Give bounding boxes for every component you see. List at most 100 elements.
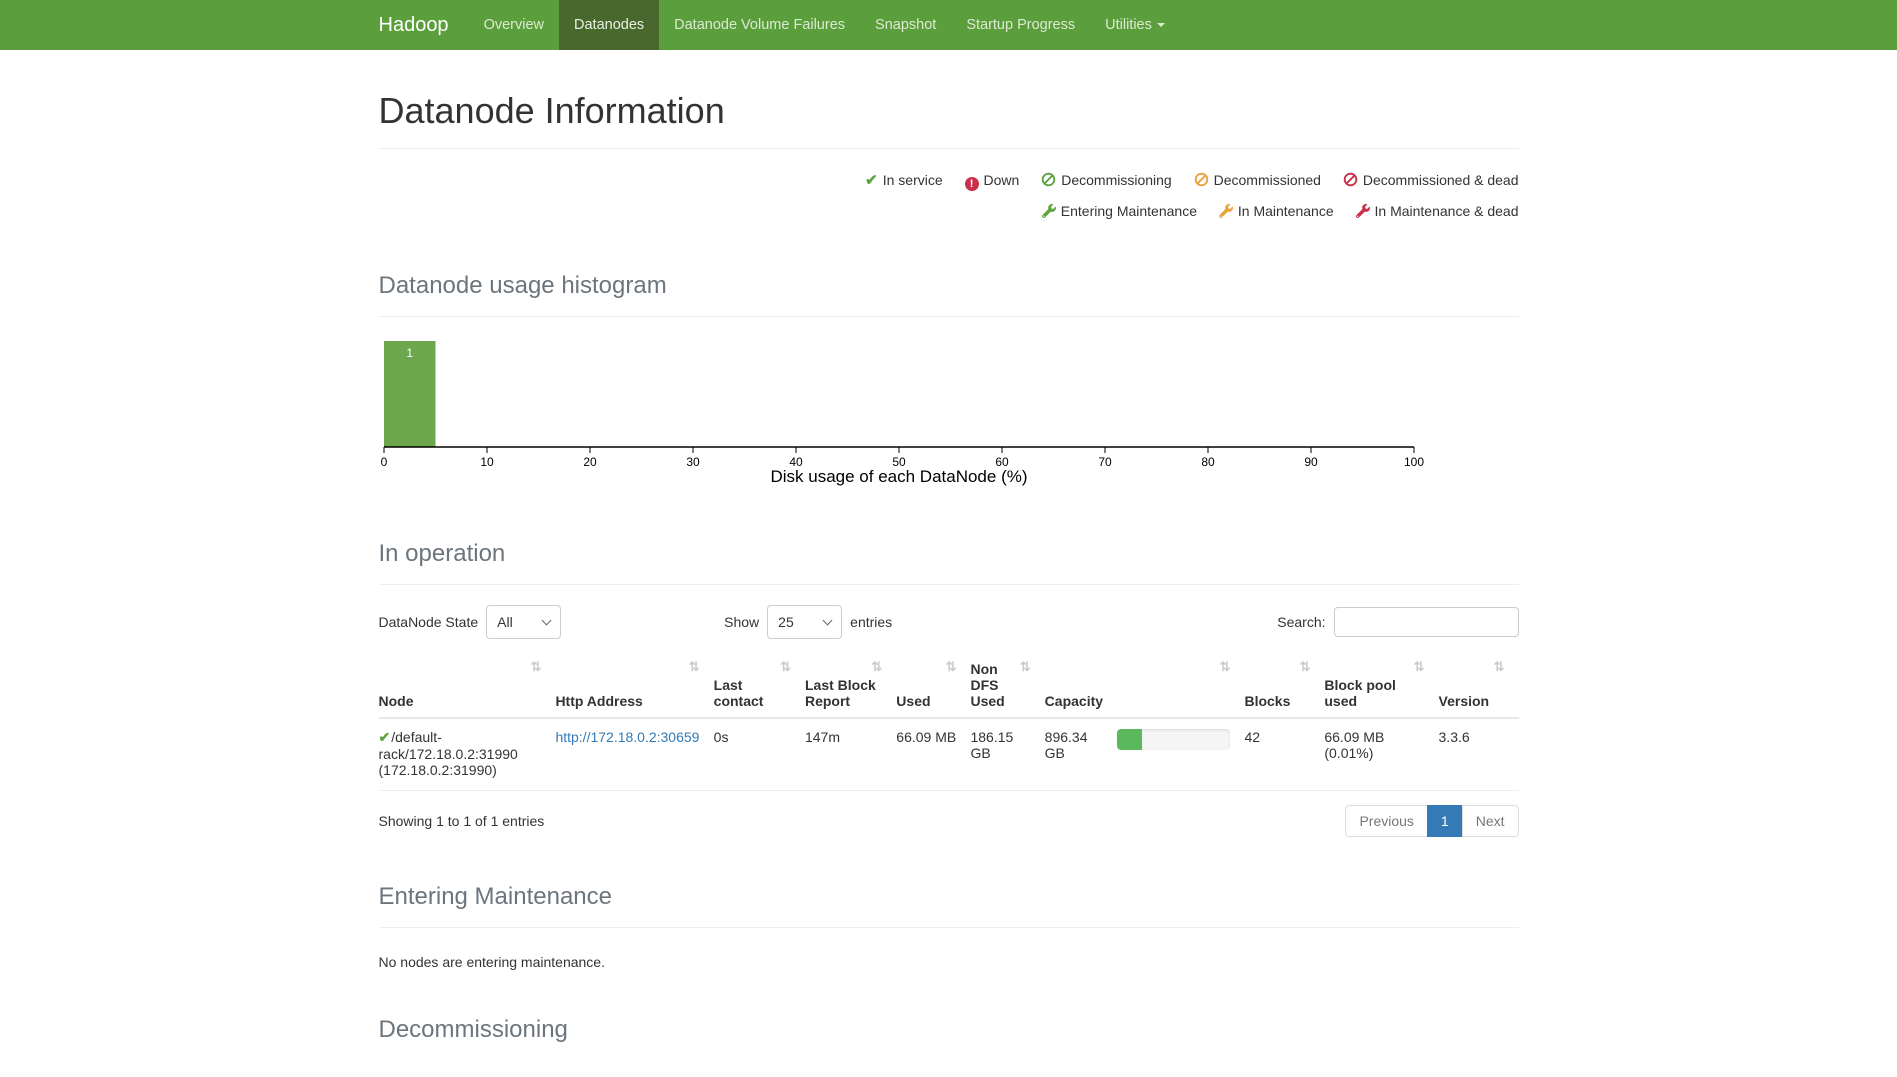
table-footer: Showing 1 to 1 of 1 entries Previous 1 N…	[379, 805, 1519, 837]
legend-decommissioned: Decommissioned	[1194, 165, 1321, 195]
entries-summary: Showing 1 to 1 of 1 entries	[379, 813, 545, 829]
divider	[379, 316, 1519, 317]
usage-histogram: 1 0 10 20 30 40 50 60 70 80 90 100 Disk …	[379, 339, 1519, 494]
legend-down: Down	[965, 165, 1020, 195]
page-length-select[interactable]: 25	[767, 605, 842, 639]
cell-block-pool-used: 66.09 MB (0.01%)	[1324, 718, 1438, 791]
table-controls: DataNode State All Show 25 entries Searc…	[379, 605, 1519, 639]
show-label: Show	[724, 614, 759, 630]
svg-text:80: 80	[1201, 455, 1215, 469]
chevron-down-icon	[1157, 23, 1165, 27]
sort-icon[interactable]: ⇅	[1020, 659, 1031, 675]
wrench-icon	[1356, 204, 1370, 218]
svg-text:100: 100	[1403, 455, 1423, 469]
datanode-state-select[interactable]: All	[486, 605, 561, 639]
col-header-blocks[interactable]: ⇅Blocks	[1244, 655, 1324, 718]
cell-blocks: 42	[1244, 718, 1324, 791]
legend-in-service: ✔In service	[865, 165, 943, 196]
col-header-used[interactable]: ⇅Used	[896, 655, 970, 718]
no-sign-icon	[1343, 172, 1358, 187]
decommissioning-section-title: Decommissioning	[379, 1016, 1519, 1044]
wrench-icon	[1219, 204, 1233, 218]
datanodes-table: ⇅Node ⇅Http Address ⇅Last contact ⇅Last …	[379, 655, 1519, 791]
check-icon: ✔	[379, 729, 391, 745]
page-1-button[interactable]: 1	[1427, 805, 1463, 837]
col-header-non-dfs-used[interactable]: ⇅Non DFS Used	[970, 655, 1044, 718]
x-axis-caption: Disk usage of each DataNode (%)	[770, 467, 1027, 486]
usage-histogram-svg: 1 0 10 20 30 40 50 60 70 80 90 100 Disk …	[379, 339, 1439, 491]
sort-icon[interactable]: ⇅	[1414, 659, 1425, 675]
chevron-down-icon	[823, 615, 833, 625]
top-navbar: Hadoop Overview Datanodes Datanode Volum…	[0, 0, 1897, 50]
http-address-link[interactable]: http://172.18.0.2:30659	[555, 729, 699, 745]
nav-overview[interactable]: Overview	[469, 0, 559, 50]
in-operation-section-title: In operation	[379, 540, 1519, 568]
exclamation-circle-icon	[965, 177, 979, 191]
capacity-progress-bar	[1117, 729, 1230, 750]
no-sign-icon	[1041, 172, 1056, 187]
chevron-down-icon	[542, 615, 552, 625]
nav-snapshot[interactable]: Snapshot	[860, 0, 951, 50]
cell-last-block-report: 147m	[805, 718, 896, 791]
status-legend: ✔In service Down Decommissioning Decommi…	[379, 165, 1519, 226]
legend-in-maintenance: In Maintenance	[1219, 196, 1334, 226]
legend-decommissioned-dead: Decommissioned & dead	[1343, 165, 1519, 195]
check-icon: ✔	[865, 172, 878, 189]
col-header-http-address[interactable]: ⇅Http Address	[555, 655, 713, 718]
col-header-node[interactable]: ⇅Node	[379, 655, 556, 718]
sort-icon[interactable]: ⇅	[871, 659, 882, 675]
datanode-state-label: DataNode State	[379, 614, 479, 630]
sort-icon[interactable]: ⇅	[531, 659, 542, 675]
nav-startup-progress[interactable]: Startup Progress	[951, 0, 1090, 50]
cell-version: 3.3.6	[1439, 718, 1519, 791]
sort-icon[interactable]: ⇅	[689, 659, 700, 675]
nav-datanode-volume-failures[interactable]: Datanode Volume Failures	[659, 0, 860, 50]
svg-text:30: 30	[686, 455, 700, 469]
nav-datanodes[interactable]: Datanodes	[559, 0, 659, 50]
legend-row-2: Entering Maintenance In Maintenance In M…	[379, 196, 1519, 226]
nav-utilities-label: Utilities	[1105, 17, 1152, 33]
sort-icon[interactable]: ⇅	[780, 659, 791, 675]
col-header-block-pool-used[interactable]: ⇅Block pool used	[1324, 655, 1438, 718]
col-header-last-contact[interactable]: ⇅Last contact	[714, 655, 805, 718]
histogram-bar-value: 1	[406, 346, 413, 360]
svg-text:0: 0	[380, 455, 387, 469]
legend-in-maintenance-dead: In Maintenance & dead	[1356, 196, 1519, 226]
divider	[379, 148, 1519, 149]
legend-decommissioning: Decommissioning	[1041, 165, 1171, 195]
search-label: Search:	[1277, 614, 1325, 630]
svg-text:70: 70	[1098, 455, 1112, 469]
cell-non-dfs-used: 186.15 GB	[970, 718, 1044, 791]
sort-icon[interactable]: ⇅	[1220, 659, 1231, 675]
next-page-button[interactable]: Next	[1462, 805, 1519, 837]
histogram-section-title: Datanode usage histogram	[379, 272, 1519, 300]
previous-page-button[interactable]: Previous	[1345, 805, 1427, 837]
cell-http-address: http://172.18.0.2:30659	[555, 718, 713, 791]
pagination: Previous 1 Next	[1345, 805, 1518, 837]
no-sign-icon	[1194, 172, 1209, 187]
cell-capacity: 896.34 GB	[1045, 718, 1245, 791]
legend-entering-maintenance: Entering Maintenance	[1042, 196, 1197, 226]
nav-utilities-dropdown[interactable]: Utilities	[1090, 0, 1180, 50]
brand-hadoop[interactable]: Hadoop	[379, 0, 469, 50]
col-header-capacity[interactable]: ⇅Capacity	[1045, 655, 1245, 718]
wrench-icon	[1042, 204, 1056, 218]
sort-icon[interactable]: ⇅	[1299, 659, 1310, 675]
sort-icon[interactable]: ⇅	[1494, 659, 1505, 675]
search-input[interactable]	[1334, 607, 1519, 637]
divider	[379, 927, 1519, 928]
table-header-row: ⇅Node ⇅Http Address ⇅Last contact ⇅Last …	[379, 655, 1519, 718]
entering-maintenance-empty-note: No nodes are entering maintenance.	[379, 954, 1519, 970]
col-header-version[interactable]: ⇅Version	[1439, 655, 1519, 718]
table-row: ✔/default-rack/172.18.0.2:31990 (172.18.…	[379, 718, 1519, 791]
entries-label: entries	[850, 614, 892, 630]
svg-text:10: 10	[480, 455, 494, 469]
cell-last-contact: 0s	[714, 718, 805, 791]
svg-text:90: 90	[1304, 455, 1318, 469]
capacity-progress-fill	[1117, 729, 1142, 750]
entering-maintenance-section-title: Entering Maintenance	[379, 883, 1519, 911]
x-axis-ticks	[384, 447, 1414, 453]
col-header-last-block-report[interactable]: ⇅Last Block Report	[805, 655, 896, 718]
sort-icon[interactable]: ⇅	[946, 659, 957, 675]
page-title: Datanode Information	[379, 90, 1519, 132]
